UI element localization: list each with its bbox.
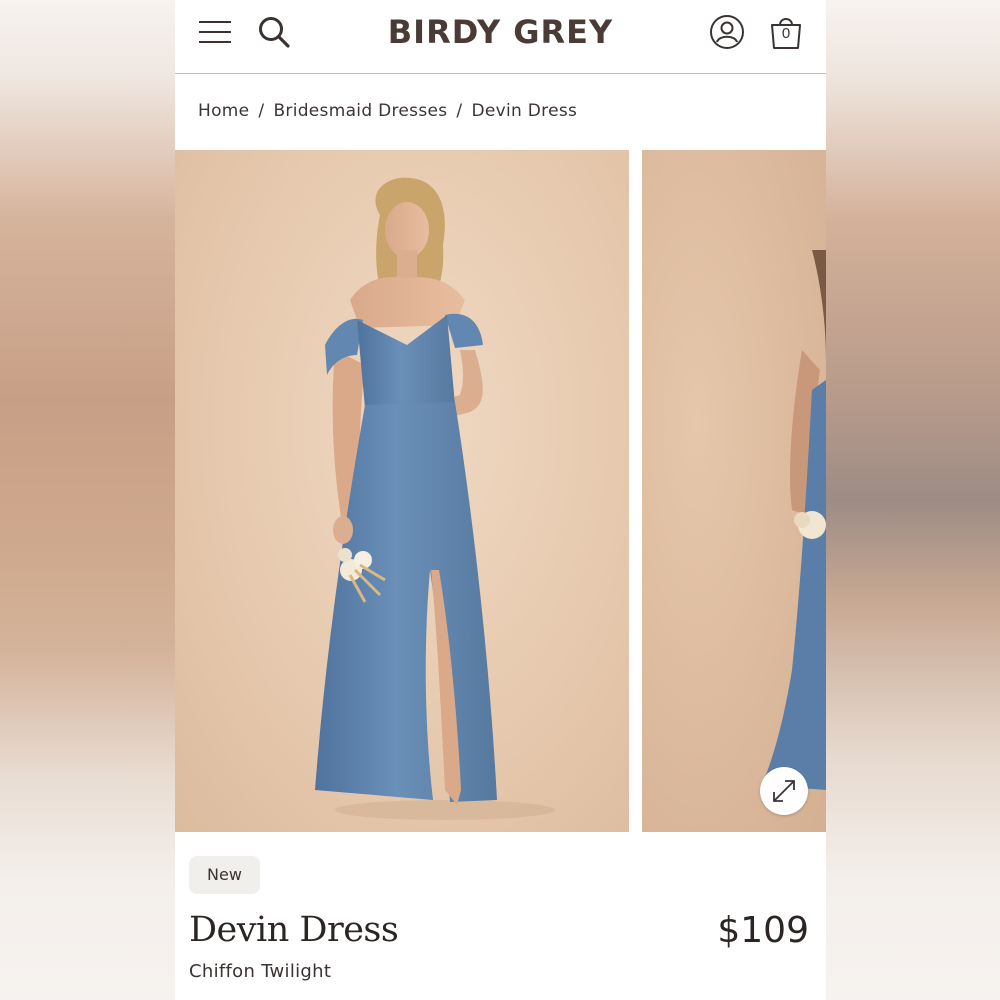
blurred-background-right (825, 0, 1000, 1000)
expand-image-button[interactable] (760, 767, 808, 815)
breadcrumb-separator: / (258, 101, 265, 121)
breadcrumb-home[interactable]: Home (198, 101, 249, 121)
product-title: Devin Dress (189, 910, 399, 950)
mobile-page: BIRDY GREY 0 Home / Bridesmaid Dresses / Dev… (175, 0, 826, 1000)
cart-count: 0 (781, 25, 791, 42)
new-badge: New (189, 856, 260, 894)
breadcrumb-separator: / (456, 101, 463, 121)
user-account-icon[interactable] (709, 14, 745, 50)
breadcrumb: Home / Bridesmaid Dresses / Devin Dress (198, 101, 577, 121)
site-header: BIRDY GREY 0 (175, 0, 826, 74)
model-illustration (315, 177, 555, 820)
breadcrumb-current: Devin Dress (471, 101, 578, 121)
product-image-secondary[interactable] (642, 150, 826, 832)
product-image-main[interactable] (175, 150, 629, 832)
product-color: Chiffon Twilight (189, 961, 332, 982)
model-side-illustration (762, 250, 826, 790)
blurred-background-left (0, 0, 175, 1000)
breadcrumb-bridesmaid-dresses[interactable]: Bridesmaid Dresses (273, 101, 447, 121)
expand-arrows-icon (773, 780, 795, 802)
product-price: $109 (717, 910, 809, 951)
